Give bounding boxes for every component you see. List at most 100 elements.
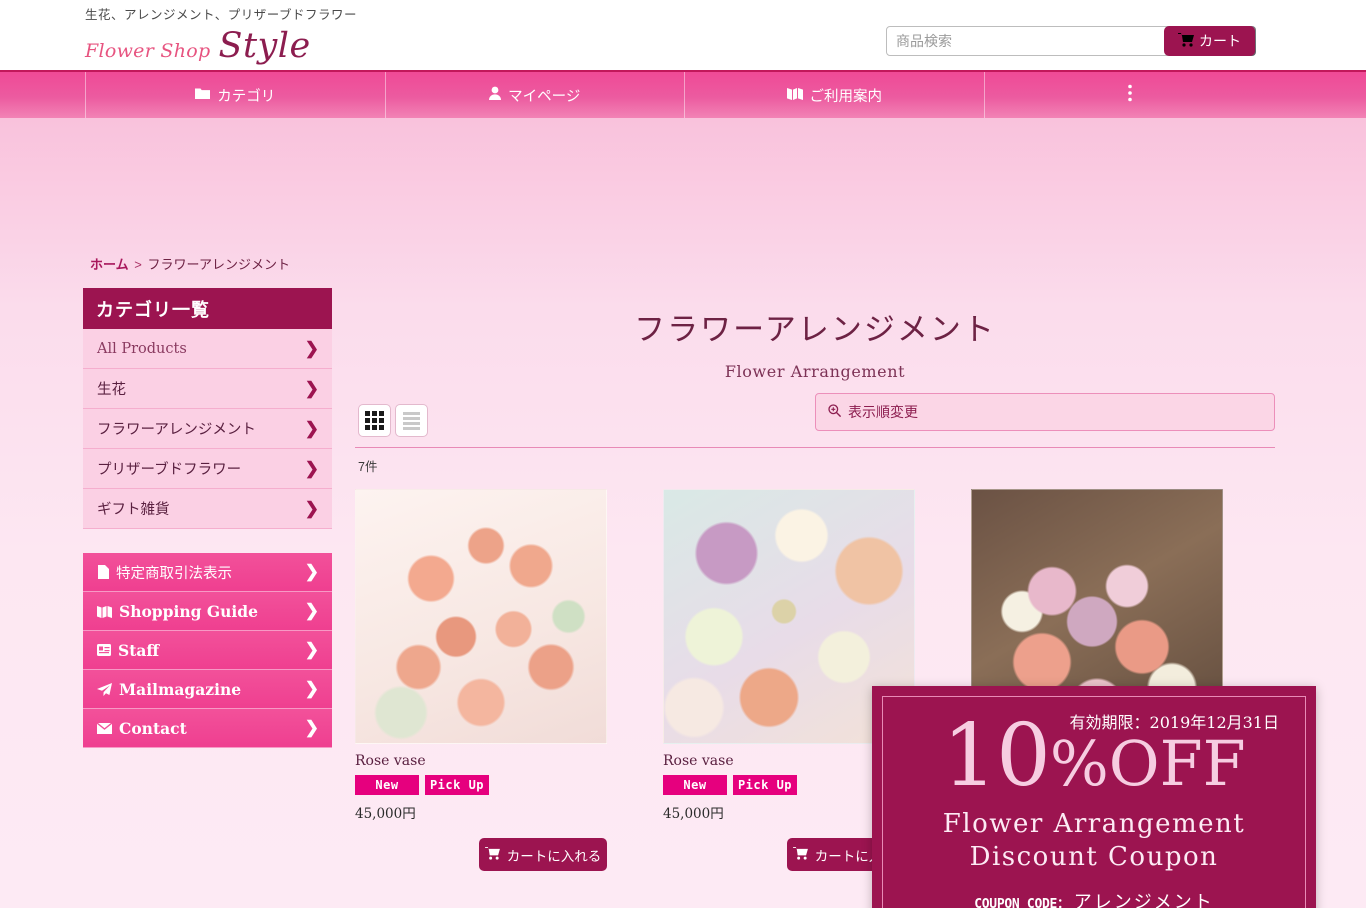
- ellipsis-vertical-icon: [1128, 84, 1133, 106]
- chevron-right-icon: ❯: [304, 601, 319, 620]
- chevron-right-icon: ❯: [304, 562, 319, 581]
- sort-order-dropdown[interactable]: 表示順変更: [815, 393, 1275, 431]
- brand-logo-big: Style: [218, 26, 311, 66]
- sidebar-heading: カテゴリ一覧: [83, 288, 332, 329]
- shopping-cart-icon: [792, 846, 808, 863]
- nav-item-mypage-label: マイページ: [508, 88, 581, 105]
- product-name: Rose vase: [355, 753, 426, 769]
- sidebar-menu-mailmagazine-label: Mailmagazine: [119, 679, 242, 699]
- sidebar-item-all-products-label: All Products: [97, 340, 187, 357]
- sidebar-item-fresh-flowers[interactable]: 生花 ❯: [83, 369, 332, 409]
- sidebar-item-flower-arrangement-label: フラワーアレンジメント: [97, 422, 256, 438]
- product-card[interactable]: Rose vase New Pick Up 45,000円 カートに入れる: [355, 489, 607, 871]
- chevron-right-icon: ❯: [304, 679, 319, 698]
- status-badge: New: [663, 775, 727, 795]
- body-area: ホーム > フラワーアレンジメント カテゴリ一覧 All Products ❯ …: [0, 118, 1366, 908]
- book-icon: [97, 605, 112, 618]
- sidebar-item-fresh-flowers-label: 生花: [97, 382, 126, 398]
- sidebar: カテゴリ一覧 All Products ❯ 生花 ❯ フラワーアレンジメント ❯…: [83, 288, 332, 748]
- chevron-right-icon: ❯: [304, 498, 319, 518]
- discount-coupon-banner[interactable]: 有効期限：2019年12月31日 10%OFF Flower Arrangeme…: [872, 686, 1316, 908]
- sidebar-menu-legal-label: 特定商取引法表示: [116, 565, 232, 582]
- cart-button-label: カート: [1199, 33, 1241, 49]
- site-header: 生花、アレンジメント、プリザーブドフラワー Flower ShopStyle 検…: [0, 0, 1366, 72]
- sidebar-menu-mailmagazine[interactable]: Mailmagazine ❯: [83, 670, 332, 709]
- status-badge: New: [355, 775, 419, 795]
- nav-item-more[interactable]: [985, 72, 1284, 118]
- folder-icon: [195, 87, 211, 104]
- brand-logo: Flower Shop Style: [85, 26, 357, 66]
- product-badges: New Pick Up: [355, 775, 607, 795]
- sidebar-menu-contact[interactable]: Contact ❯: [83, 709, 332, 748]
- sidebar-menu-contact-label: Contact: [119, 718, 187, 738]
- grid-view-button[interactable]: [358, 404, 391, 437]
- list-view-button[interactable]: [395, 404, 428, 437]
- grid-view-icon: [365, 411, 384, 430]
- coupon-discount-number: 10: [942, 706, 1050, 806]
- sidebar-menu-staff[interactable]: Staff ❯: [83, 631, 332, 670]
- chevron-right-icon: ❯: [304, 458, 319, 478]
- sidebar-item-gift-goods[interactable]: ギフト雑貨 ❯: [83, 489, 332, 529]
- sidebar-menu-staff-label: Staff: [118, 640, 160, 660]
- header-cart-button[interactable]: カート: [1164, 26, 1255, 56]
- chevron-right-icon: ❯: [304, 640, 319, 659]
- book-icon: [786, 87, 803, 104]
- sidebar-item-flower-arrangement[interactable]: フラワーアレンジメント ❯: [83, 409, 332, 449]
- sidebar-menu-legal[interactable]: 特定商取引法表示 ❯: [83, 553, 332, 592]
- coupon-title-line1: Flower Arrangement: [942, 809, 1246, 839]
- coupon-title-line2: Discount Coupon: [969, 842, 1219, 872]
- result-count: 7件: [358, 460, 378, 474]
- chevron-right-icon: ❯: [304, 718, 319, 737]
- sidebar-item-all-products[interactable]: All Products ❯: [83, 329, 332, 369]
- coupon-discount-unit: %OFF: [1049, 727, 1246, 800]
- nav-item-category[interactable]: カテゴリ: [85, 72, 386, 118]
- page-root: 生花、アレンジメント、プリザーブドフラワー Flower ShopStyle 検…: [0, 0, 1366, 908]
- brand-logo-block[interactable]: 生花、アレンジメント、プリザーブドフラワー Flower Shop Style: [85, 4, 357, 66]
- brand-tagline: 生花、アレンジメント、プリザーブドフラワー: [85, 8, 358, 22]
- coupon-code: COUPON CODE： アレンジメント: [883, 888, 1305, 908]
- nav-item-guide[interactable]: ご利用案内: [685, 72, 985, 118]
- sidebar-menu-shopping-guide-label: Shopping Guide: [119, 601, 258, 621]
- breadcrumb-home[interactable]: ホーム: [90, 257, 129, 272]
- add-to-cart-label: カートに入れる: [506, 848, 602, 864]
- status-badge: Pick Up: [733, 775, 797, 795]
- view-toggle-group: [358, 404, 428, 437]
- page-subtitle: Flower Arrangement: [724, 362, 906, 381]
- id-card-icon: [97, 644, 111, 656]
- sidebar-menu-shopping-guide[interactable]: Shopping Guide ❯: [83, 592, 332, 631]
- breadcrumb-current: フラワーアレンジメント: [147, 257, 290, 272]
- nav-item-mypage[interactable]: マイページ: [386, 72, 685, 118]
- search-plus-icon: [828, 404, 842, 420]
- document-icon: [97, 565, 109, 579]
- sidebar-item-preserved-flower-label: プリザーブドフラワー: [97, 462, 242, 478]
- breadcrumb: ホーム > フラワーアレンジメント: [90, 254, 290, 273]
- user-icon: [489, 86, 502, 104]
- coupon-code-value: アレンジメント: [1073, 892, 1214, 908]
- coupon-expiry: 有効期限：2019年12月31日: [1069, 713, 1279, 732]
- breadcrumb-separator: >: [134, 257, 142, 272]
- nav-item-guide-label: ご利用案内: [809, 88, 883, 105]
- sidebar-item-preserved-flower[interactable]: プリザーブドフラワー ❯: [83, 449, 332, 489]
- product-price: 45,000円: [355, 806, 416, 822]
- paper-plane-icon: [97, 682, 112, 696]
- listing-toolbar: 表示順変更: [355, 393, 1275, 448]
- nav-item-category-label: カテゴリ: [217, 88, 276, 105]
- add-to-cart-button[interactable]: カートに入れる: [479, 838, 607, 871]
- search-input[interactable]: [886, 26, 1186, 56]
- list-view-icon: [403, 411, 420, 430]
- page-title: フラワーアレンジメント: [634, 312, 996, 348]
- coupon-inner: 有効期限：2019年12月31日 10%OFF Flower Arrangeme…: [882, 696, 1306, 908]
- shopping-cart-icon: [484, 846, 500, 863]
- coupon-code-label: COUPON CODE：: [974, 897, 1070, 908]
- chevron-right-icon: ❯: [304, 378, 319, 398]
- chevron-right-icon: ❯: [304, 418, 319, 438]
- envelope-icon: [97, 722, 112, 734]
- chevron-right-icon: ❯: [304, 338, 319, 359]
- sidebar-item-gift-goods-label: ギフト雑貨: [97, 502, 170, 518]
- product-image[interactable]: [355, 489, 607, 744]
- main-nav: カテゴリ マイページ ご利用案内: [0, 72, 1366, 118]
- status-badge: Pick Up: [425, 775, 489, 795]
- brand-logo-small: Flower Shop: [85, 40, 211, 62]
- sort-order-label: 表示順変更: [848, 404, 918, 420]
